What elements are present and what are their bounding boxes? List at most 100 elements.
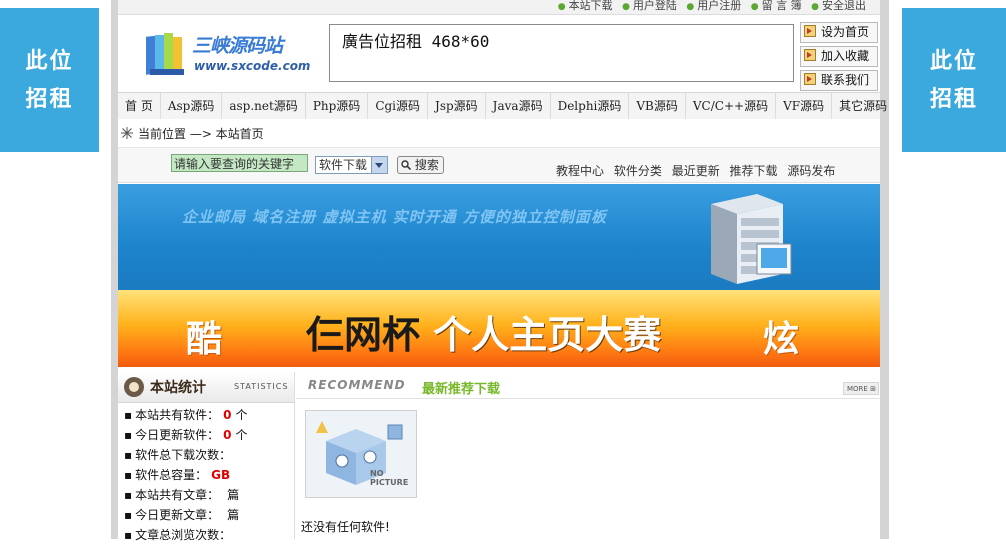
banner-ad[interactable]: 廣告位招租 468*60: [329, 24, 794, 82]
contest-left-char: 酷: [186, 318, 223, 360]
contest-title-dark: 仨网杯: [306, 312, 421, 357]
stat-unit: 个: [235, 408, 248, 422]
search-category-value: 软件下载: [319, 158, 368, 172]
server-rack-icon: [711, 194, 792, 284]
nav-home[interactable]: 首 页: [118, 93, 161, 119]
nav-other[interactable]: 其它源码: [832, 93, 894, 119]
sub-links: 教程中心 软件分类 最近更新 推荐下载 源码发布: [556, 162, 841, 179]
stat-label: 软件总容量：: [135, 468, 208, 482]
page-content: ● 本站下载 ● 用户登陆 ● 用户注册 ● 留 言 簿 ● 安全退出 三峡源码站 www…: [118, 0, 887, 542]
page-frame: ● 本站下载 ● 用户登陆 ● 用户注册 ● 留 言 簿 ● 安全退出 三峡源码站 www…: [111, 0, 889, 542]
side-ad-right[interactable]: 此位 招租: [902, 8, 1006, 152]
stats-panel: 本站统计 STATISTICS ▪ 本站共有软件： 0 个 ▪ 今日更新软件： 0 个 ▪ 软…: [118, 372, 295, 542]
top-link-guestbook[interactable]: ● 留 言 簿: [751, 0, 802, 12]
top-link-label: 留 言 簿: [761, 0, 802, 12]
stat-row: ▪ 本站共有软件： 0 个: [124, 408, 248, 422]
nav-vb[interactable]: VB源码: [629, 93, 686, 119]
bullet-icon: ●: [557, 2, 566, 12]
nav-php[interactable]: Php源码: [306, 93, 369, 119]
bullet-icon: ●: [622, 2, 630, 12]
search-input[interactable]: [171, 154, 308, 172]
add-favorite-button[interactable]: 加入收藏: [800, 46, 878, 67]
top-link-label: 用户登陆: [632, 0, 677, 12]
quick-link-label: 联系我们: [821, 73, 870, 87]
nav-vc[interactable]: VC/C++源码: [686, 93, 777, 119]
more-button[interactable]: MORE ⊞: [843, 382, 879, 395]
stat-unit: 篇: [227, 488, 240, 502]
no-picture-thumbnail[interactable]: NO PICTURE: [305, 410, 417, 498]
breadcrumb-text: 当前位置 —> 本站首页: [138, 127, 264, 141]
stat-label: 今日更新文章：: [135, 508, 220, 522]
side-ad-right-line1: 此位: [929, 48, 978, 74]
top-link-label: 安全退出: [822, 0, 866, 12]
hosting-banner[interactable]: 企业邮局 域名注册 虚拟主机 实时开通 方便的独立控制面板: [118, 184, 880, 290]
stat-value: 0: [223, 428, 232, 442]
stat-value: 0: [223, 408, 232, 422]
top-link-download[interactable]: ● 本站下载: [558, 0, 613, 12]
stat-unit: 个: [235, 428, 248, 442]
logo-name: 三峡源码站: [192, 35, 283, 57]
stats-icon: [124, 377, 144, 397]
top-link-login[interactable]: ● 用户登陆: [622, 0, 677, 12]
recommend-panel: RECOMMEND 最新推荐下载 MORE ⊞ NO PICTURE 还没有任何…: [296, 372, 880, 539]
nav-cgi[interactable]: Cgi源码: [368, 93, 429, 119]
contest-title-light: 个人主页大赛: [433, 312, 662, 357]
more-label: MORE: [847, 385, 868, 393]
sub-link-recent[interactable]: 最近更新: [672, 164, 720, 178]
side-ad-left[interactable]: 此位 招租: [0, 8, 99, 152]
stats-header: 本站统计 STATISTICS: [118, 372, 294, 403]
stat-value: GB: [211, 468, 231, 482]
stat-label: 软件总下载次数：: [135, 448, 232, 462]
quick-link-label: 设为首页: [821, 25, 870, 39]
main-nav: 首 页 Asp源码 asp.net源码 Php源码 Cgi源码 Jsp源码 Ja…: [118, 92, 887, 120]
contest-banner[interactable]: 酷 仨网杯 个人主页大赛 炫: [118, 290, 880, 367]
search-button[interactable]: 搜索: [397, 156, 444, 174]
search-icon: [401, 160, 412, 171]
top-link-register[interactable]: ● 用户注册: [686, 0, 741, 12]
sub-link-publish[interactable]: 源码发布: [787, 164, 835, 178]
nav-jsp[interactable]: Jsp源码: [428, 93, 486, 119]
stats-list: ▪ 本站共有软件： 0 个 ▪ 今日更新软件： 0 个 ▪ 软件总下载次数： ▪ 软件总容量： G…: [124, 405, 248, 545]
nav-java[interactable]: Java源码: [486, 93, 551, 119]
bullet-icon: ●: [811, 2, 819, 12]
top-bar: ● 本站下载 ● 用户登陆 ● 用户注册 ● 留 言 簿 ● 安全退出: [118, 0, 880, 15]
nav-aspnet[interactable]: asp.net源码: [222, 93, 306, 119]
top-link-label: 用户注册: [697, 0, 742, 12]
stat-row: ▪ 今日更新文章：篇: [124, 508, 240, 522]
side-ad-left-line2: 招租: [25, 86, 74, 112]
quick-links: 设为首页 加入收藏 联系我们: [800, 22, 878, 94]
search-button-label: 搜索: [414, 158, 439, 172]
contact-us-button[interactable]: 联系我们: [800, 70, 878, 91]
side-ad-left-line1: 此位: [25, 48, 74, 74]
bullet-icon: ●: [686, 2, 695, 12]
recommend-title-cn: 最新推荐下载: [422, 382, 501, 397]
site-logo[interactable]: 三峡源码站 www.sxcode.com: [144, 25, 310, 85]
set-homepage-button[interactable]: 设为首页: [800, 22, 878, 43]
search-category-select[interactable]: 软件下载: [315, 156, 388, 174]
stat-row: ▪ 软件总容量： GB: [124, 468, 231, 482]
stat-label: 本站共有软件：: [135, 408, 220, 422]
site-header: 三峡源码站 www.sxcode.com 廣告位招租 468*60 设为首页 加…: [118, 15, 880, 91]
stat-label: 文章总浏览次数：: [135, 528, 232, 542]
sub-link-tutorials[interactable]: 教程中心: [556, 164, 604, 178]
logo-url: www.sxcode.com: [194, 59, 311, 73]
stat-row: ▪ 今日更新软件： 0 个: [124, 428, 248, 442]
stat-label: 本站共有文章：: [135, 488, 220, 502]
nav-asp[interactable]: Asp源码: [161, 93, 223, 119]
contest-title: 仨网杯 个人主页大赛: [306, 304, 661, 359]
top-link-logout[interactable]: ● 安全退出: [811, 0, 866, 12]
hosting-banner-text: 企业邮局 域名注册 虚拟主机 实时开通 方便的独立控制面板: [182, 208, 607, 226]
sub-link-recommended[interactable]: 推荐下载: [730, 164, 778, 178]
search-bar: 软件下载 搜索 教程中心 软件分类 最近更新 推荐下载 源码发布: [118, 148, 880, 183]
recommend-header: RECOMMEND 最新推荐下载 MORE ⊞: [296, 372, 880, 399]
stat-row: ▪ 软件总下载次数：: [124, 448, 232, 462]
nav-delphi[interactable]: Delphi源码: [551, 93, 630, 119]
side-ad-right-line2: 招租: [929, 86, 978, 112]
quick-link-label: 加入收藏: [821, 49, 870, 63]
sparkle-icon: [121, 127, 133, 139]
sub-link-categories[interactable]: 软件分类: [614, 164, 662, 178]
books-logo-icon: [146, 33, 184, 75]
breadcrumb: 当前位置 —> 本站首页: [118, 119, 880, 148]
nav-vf[interactable]: VF源码: [776, 93, 833, 119]
arrow-icon: [804, 25, 816, 37]
